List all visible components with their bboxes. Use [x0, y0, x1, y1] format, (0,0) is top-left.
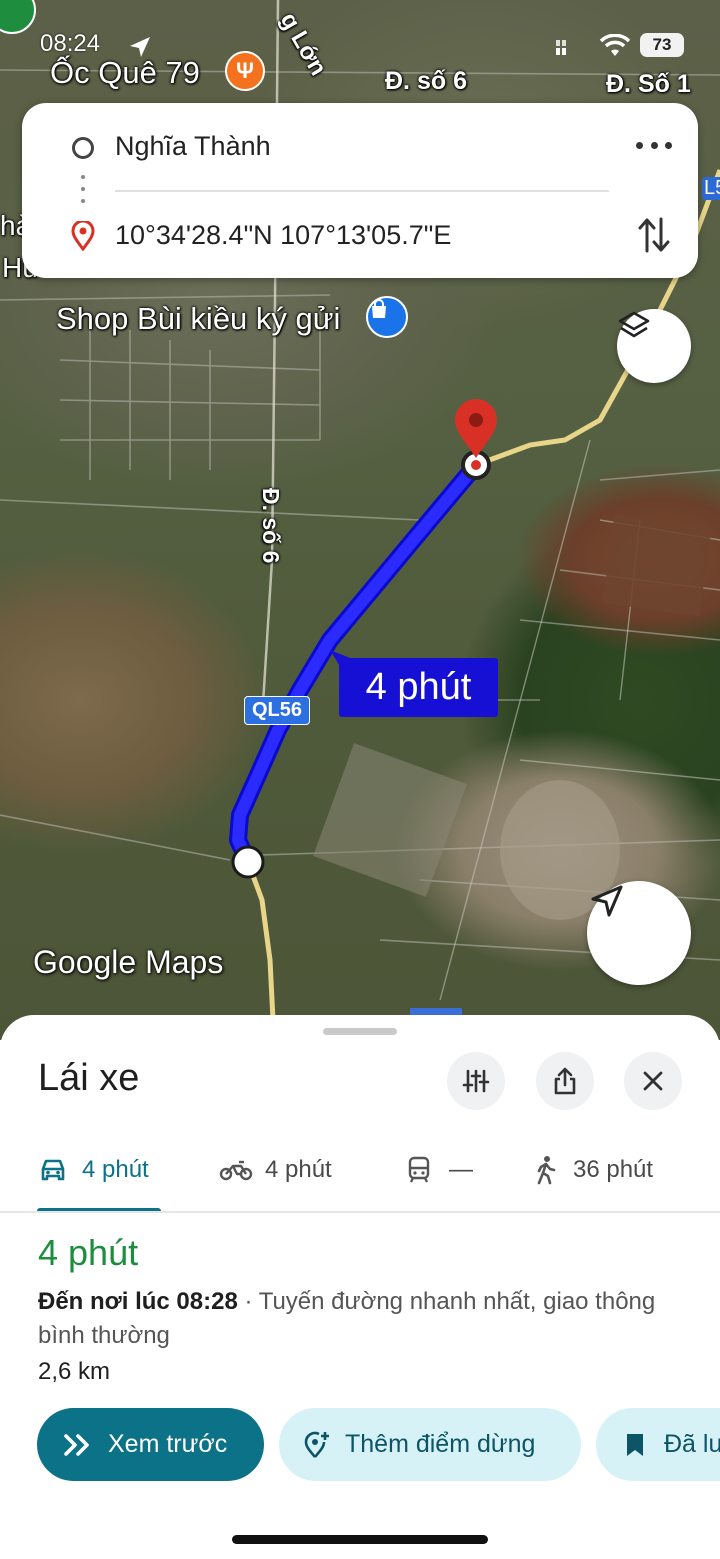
share-icon: [554, 1067, 576, 1095]
sheet-drag-handle[interactable]: [323, 1028, 397, 1035]
motorbike-icon: [219, 1160, 253, 1181]
tab-transit[interactable]: —: [407, 1155, 473, 1185]
tab-motorbike-label: 4 phút: [265, 1156, 332, 1183]
close-icon: [643, 1071, 663, 1091]
road-label-top-right: Đ. Số 1: [606, 70, 691, 98]
share-button[interactable]: [536, 1052, 594, 1110]
route-options-button[interactable]: [447, 1052, 505, 1110]
shopping-bag-icon[interactable]: [366, 296, 408, 338]
tab-drive[interactable]: 4 phút: [38, 1155, 149, 1185]
add-place-icon: [304, 1431, 329, 1458]
highway-shield-edge: L5: [702, 177, 720, 200]
home-indicator[interactable]: [232, 1535, 488, 1544]
destination-field[interactable]: 10°34'28.4"N 107°13'05.7"E: [115, 220, 451, 251]
tab-walk[interactable]: 36 phút: [535, 1155, 653, 1185]
maps-screen: { "status_bar": {"time": "08:24", "batte…: [0, 0, 720, 1559]
bookmark-icon: [627, 1433, 643, 1456]
road-label-vertical-left: Đ. số 6: [258, 488, 284, 564]
shop-label[interactable]: Shop Bùi kiều ký gửi: [56, 301, 340, 337]
highway-shield-ql56: QL56: [244, 696, 311, 725]
origin-field[interactable]: Nghĩa Thành: [115, 131, 271, 162]
preview-button[interactable]: Xem trước: [37, 1408, 264, 1481]
double-chevron-icon: [64, 1433, 89, 1456]
car-icon: [41, 1159, 65, 1181]
origin-marker: [231, 845, 265, 879]
add-stop-label: Thêm điểm dừng: [345, 1430, 536, 1458]
layers-icon: [618, 311, 650, 338]
layers-button[interactable]: [617, 309, 691, 383]
walk-icon: [537, 1156, 556, 1185]
poi-label-restaurant[interactable]: Ốc Quê 79: [50, 55, 200, 91]
swap-icon[interactable]: [636, 215, 672, 255]
battery-indicator: 73: [640, 33, 684, 57]
restaurant-icon[interactable]: Ψ: [225, 51, 265, 91]
tune-icon: [462, 1069, 490, 1093]
location-arrow-icon: [130, 37, 150, 57]
start-navigation-button[interactable]: [587, 881, 691, 985]
transit-icon: [408, 1156, 430, 1183]
tab-transit-label: —: [449, 1156, 473, 1183]
route-distance: 2,6 km: [38, 1358, 111, 1385]
cellular-signal-icon: [556, 40, 566, 55]
tabs-divider: [0, 1211, 720, 1213]
directions-card: Nghĩa Thành 10°34'28.4"N 107°13'05.7"E: [22, 103, 698, 278]
tab-motorbike[interactable]: 4 phút: [219, 1155, 332, 1185]
preview-label: Xem trước: [108, 1430, 228, 1458]
save-label: Đã lưu: [664, 1430, 720, 1458]
destination-pin-icon: [455, 399, 497, 458]
route-duration-badge[interactable]: 4 phút: [339, 658, 498, 717]
close-button[interactable]: [624, 1052, 682, 1110]
tab-drive-label: 4 phút: [82, 1156, 149, 1183]
route-details: Đến nơi lúc 08:28 · Tuyến đường nhanh nh…: [38, 1285, 678, 1353]
save-button[interactable]: Đã lưu: [596, 1408, 720, 1481]
google-maps-watermark: Google Maps: [33, 944, 224, 980]
status-time: 08:24: [40, 30, 101, 57]
sheet-title: Lái xe: [38, 1057, 140, 1099]
road-label-top-mid: Đ. số 6: [385, 67, 467, 95]
more-icon: [636, 141, 643, 149]
navigation-arrow-icon: [591, 885, 623, 917]
origin-circle-icon: [72, 137, 94, 159]
add-stop-button[interactable]: Thêm điểm dừng: [279, 1408, 581, 1481]
more-options-button[interactable]: [636, 133, 672, 157]
wifi-icon: [599, 34, 631, 56]
tab-walk-label: 36 phút: [573, 1156, 654, 1183]
destination-pin-icon: [71, 221, 95, 251]
route-duration[interactable]: 4 phút: [38, 1232, 138, 1274]
card-divider: [115, 190, 609, 192]
arrival-time: Đến nơi lúc 08:28: [38, 1288, 238, 1315]
